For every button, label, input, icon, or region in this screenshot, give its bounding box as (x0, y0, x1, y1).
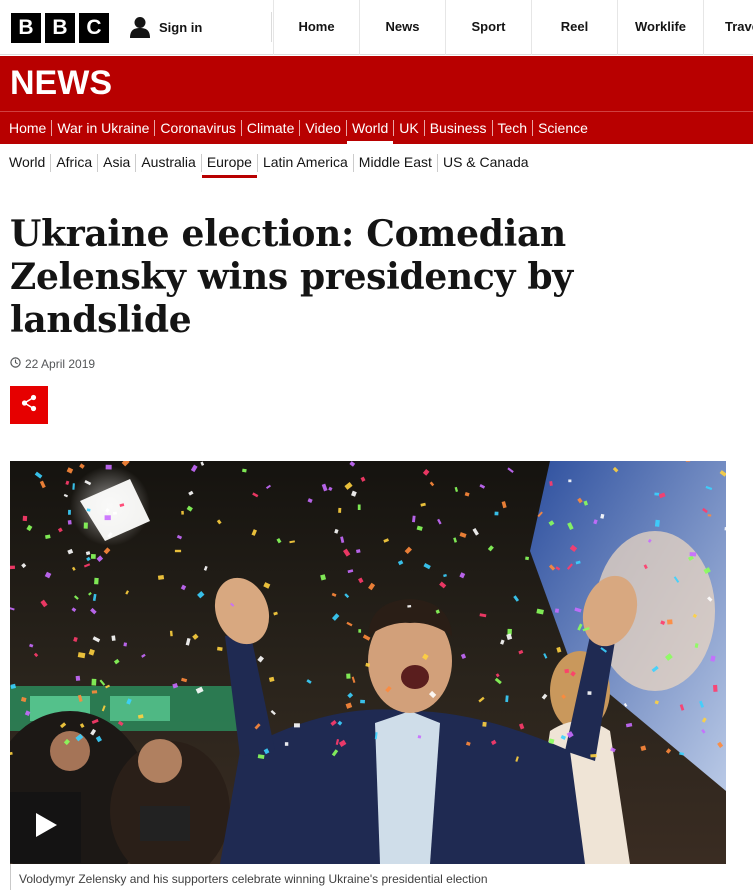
section-nav-coronavirus[interactable]: Coronavirus (155, 112, 240, 144)
sign-in-label: Sign in (159, 19, 203, 35)
global-nav-worklife[interactable]: Worklife (617, 0, 703, 55)
share-icon (20, 394, 38, 417)
section-nav-world[interactable]: World (346, 112, 394, 144)
article-headline: Ukraine election: Comedian Zelensky wins… (10, 213, 573, 341)
section-nav: Home War in Ukraine Coronavirus Climate … (0, 111, 753, 144)
header-divider (271, 12, 272, 42)
clock-icon (10, 357, 21, 371)
section-nav-war-in-ukraine[interactable]: War in Ukraine (52, 112, 154, 144)
sub-nav-europe[interactable]: Europe (201, 144, 258, 182)
section-nav-climate[interactable]: Climate (242, 112, 299, 144)
sub-nav-asia[interactable]: Asia (98, 144, 135, 182)
bbc-logo-letter-b1: B (11, 13, 41, 43)
article-hero-video[interactable] (10, 461, 726, 864)
celebration-photo (10, 461, 726, 864)
section-nav-tech[interactable]: Tech (493, 112, 533, 144)
news-masthead: NEWS (0, 56, 753, 111)
section-nav-home[interactable]: Home (4, 112, 51, 144)
share-button[interactable] (10, 386, 48, 424)
article-dateline: 22 April 2019 (10, 357, 95, 371)
sub-nav-us-canada[interactable]: US & Canada (438, 144, 534, 182)
global-nav-reel[interactable]: Reel (531, 0, 617, 55)
play-icon (34, 812, 58, 843)
global-nav-news[interactable]: News (359, 0, 445, 55)
global-nav-sport[interactable]: Sport (445, 0, 531, 55)
section-nav-uk[interactable]: UK (394, 112, 423, 144)
sub-nav-world[interactable]: World (4, 144, 50, 182)
article-date: 22 April 2019 (25, 357, 96, 371)
section-nav-video[interactable]: Video (300, 112, 346, 144)
global-nav-travel[interactable]: Travel (703, 0, 753, 55)
section-nav-business[interactable]: Business (425, 112, 492, 144)
sub-nav: World Africa Asia Australia Europe Latin… (0, 144, 753, 182)
global-nav: Home News Sport Reel Worklife Travel (273, 0, 753, 55)
sub-nav-latin-america[interactable]: Latin America (258, 144, 353, 182)
sub-nav-middle-east[interactable]: Middle East (354, 144, 437, 182)
sub-nav-australia[interactable]: Australia (136, 144, 200, 182)
image-caption: Volodymyr Zelensky and his supporters ce… (10, 864, 726, 890)
sign-in-link[interactable]: Sign in (129, 14, 202, 40)
user-icon (129, 16, 151, 38)
news-wordmark[interactable]: NEWS (10, 64, 112, 103)
section-nav-science[interactable]: Science (533, 112, 593, 144)
bbc-logo[interactable]: B B C (11, 13, 109, 43)
sub-nav-africa[interactable]: Africa (51, 144, 97, 182)
play-video-button[interactable] (10, 792, 81, 863)
bbc-logo-letter-b2: B (45, 13, 75, 43)
bbc-logo-letter-c: C (79, 13, 109, 43)
bbc-global-header: B B C Sign in Home News Sport Reel Workl… (0, 0, 753, 55)
global-nav-home[interactable]: Home (273, 0, 359, 55)
